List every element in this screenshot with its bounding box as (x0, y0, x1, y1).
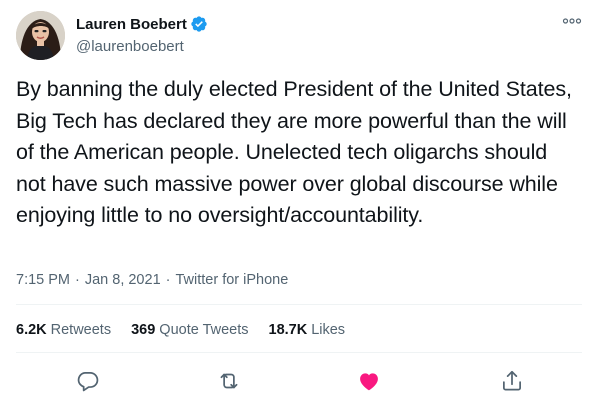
meta-separator: · (75, 272, 80, 288)
tweet-stats: 6.2K Retweets 369 Quote Tweets 18.7K Likes (16, 322, 365, 338)
avatar[interactable] (16, 11, 65, 60)
profile-photo (16, 11, 65, 60)
user-handle[interactable]: @laurenboebert (76, 38, 208, 55)
tweet-text: By banning the duly elected President of… (16, 77, 572, 228)
retweet-icon (220, 373, 238, 389)
like-icon (360, 373, 378, 391)
like-button[interactable] (356, 368, 382, 394)
divider (16, 352, 582, 353)
divider (16, 304, 582, 305)
tweet-header: Lauren Boebert @laurenboebert (16, 11, 582, 60)
display-name[interactable]: Lauren Boebert (76, 16, 187, 33)
display-name-row: Lauren Boebert (76, 14, 208, 34)
share-icon (503, 370, 521, 391)
likes-stat[interactable]: 18.7K Likes (269, 322, 346, 338)
quote-tweets-stat[interactable]: 369 Quote Tweets (131, 322, 248, 338)
verified-badge-icon (191, 16, 207, 32)
quote-tweets-label: Quote Tweets (159, 322, 249, 338)
action-bar (0, 366, 598, 396)
retweet-button[interactable] (216, 368, 242, 394)
retweets-stat[interactable]: 6.2K Retweets (16, 322, 111, 338)
more-options-icon[interactable] (562, 16, 582, 26)
tweet-date[interactable]: Jan 8, 2021 (85, 272, 161, 288)
meta-separator: · (165, 272, 171, 288)
retweets-count: 6.2K (16, 322, 47, 338)
share-button[interactable] (499, 368, 525, 394)
reply-icon (77, 372, 99, 392)
retweets-label: Retweets (50, 322, 112, 338)
tweet-source[interactable]: Twitter for iPhone (175, 272, 288, 288)
author-names: Lauren Boebert @laurenboebert (76, 14, 208, 55)
tweet-time[interactable]: 7:15 PM (16, 272, 70, 288)
likes-label: Likes (311, 322, 346, 338)
quote-tweets-count: 369 (131, 322, 156, 338)
likes-count: 18.7K (268, 322, 308, 338)
tweet-card: Lauren Boebert @laurenboebert By banning… (0, 0, 598, 404)
reply-button[interactable] (75, 368, 101, 394)
tweet-meta: 7:15 PM · Jan 8, 2021 · Twitter for iPho… (16, 272, 288, 288)
